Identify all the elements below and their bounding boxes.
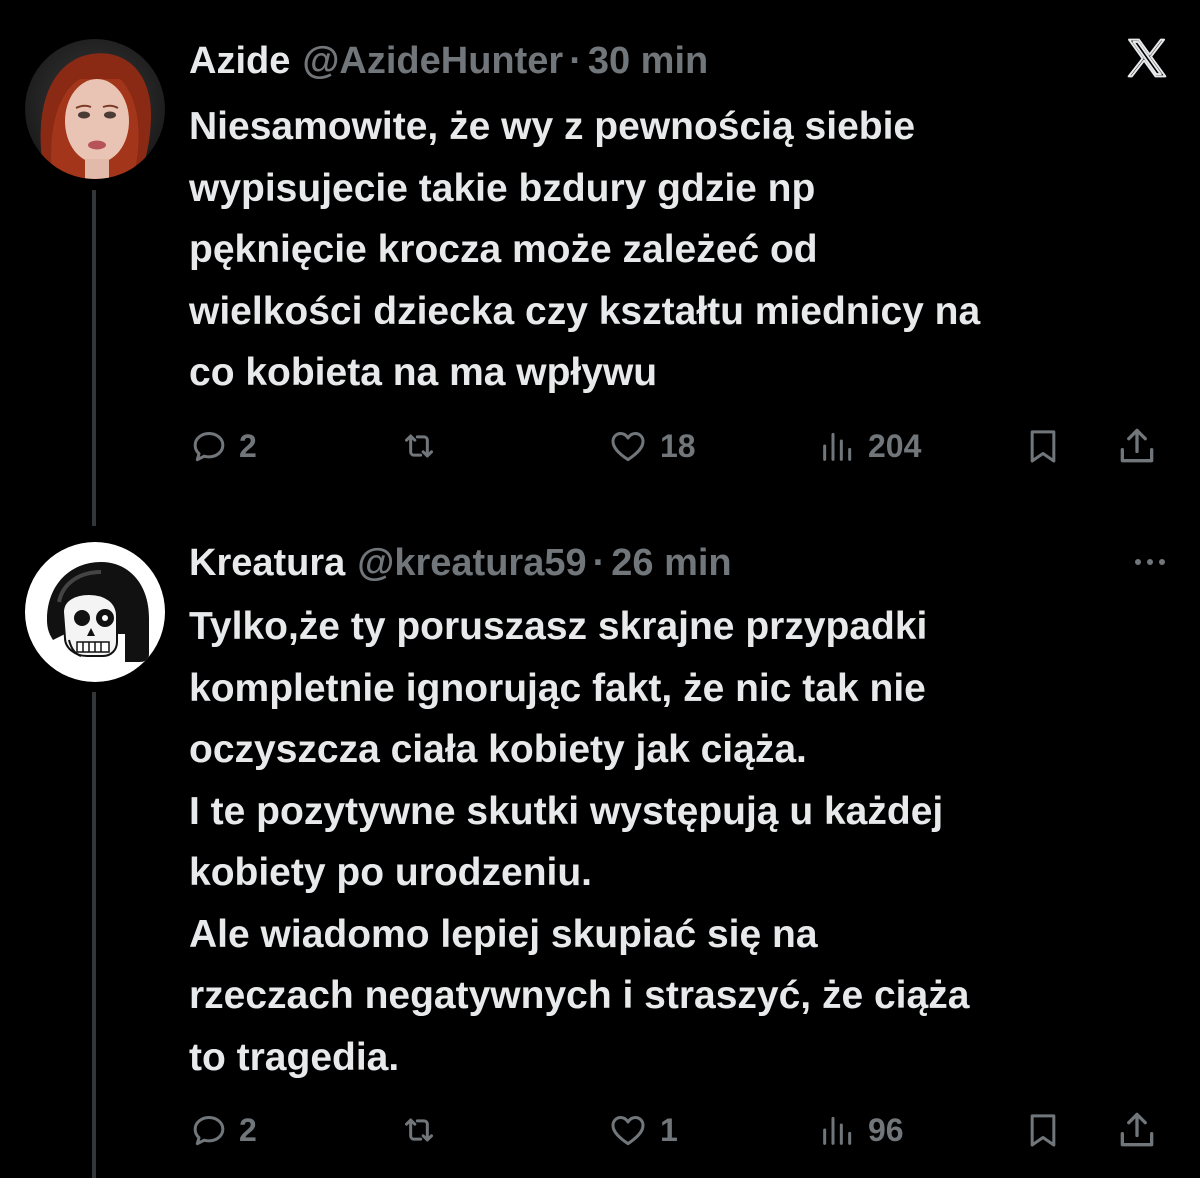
tweet-text-line: co kobieta na ma wpływu <box>189 351 658 394</box>
like-count: 18 <box>660 427 696 464</box>
like-count: 1 <box>660 1111 678 1148</box>
tweet-text: Niesamowite, że wy z pewnością siebie wy… <box>189 96 1179 404</box>
views-count: 96 <box>868 1111 904 1148</box>
separator-dot: · <box>592 542 606 584</box>
user-handle[interactable]: @kreatura59 <box>357 542 586 584</box>
share-button[interactable] <box>1115 424 1159 468</box>
share-button[interactable] <box>1115 1108 1159 1152</box>
repost-icon <box>405 434 433 458</box>
thread-line <box>92 692 96 1178</box>
tweet-header: Azide @AzideHunter · 30 min <box>189 38 708 84</box>
tweet-text-line: kobiety po urodzeniu. <box>189 851 593 894</box>
tweet[interactable]: Azide @AzideHunter · 30 min Niesamowite, że… <box>0 0 1200 530</box>
tweet-text: Tylko,że ty poruszasz skrajne przypadki … <box>189 596 1179 1088</box>
action-bar: 2 1 96 <box>0 1108 1200 1152</box>
tweet-text-line: Niesamowite, że wy z pewnością siebie <box>189 105 916 148</box>
tweet-text-line: I te pozytywne skutki występują u każdej <box>189 789 944 833</box>
timestamp[interactable]: 26 min <box>611 542 731 584</box>
tweet-header: Kreatura @kreatura59 · 26 min <box>189 540 732 586</box>
repost-button[interactable] <box>396 1108 442 1152</box>
tweet-text-line: oczyszcza ciała kobiety jak ciąża. <box>189 728 807 771</box>
tweet-text-line: kompletnie ignorując fakt, że nic tak ni… <box>189 666 926 710</box>
views-button[interactable]: 204 <box>818 424 921 468</box>
tweet-text-line: wielkości dziecka czy kształtu miednicy … <box>189 289 981 333</box>
display-name[interactable]: Azide <box>189 40 290 82</box>
more-dots-icon[interactable] <box>1128 550 1172 574</box>
tweet[interactable]: Kreatura @kreatura59 · 26 min Tylko,że ty p… <box>0 530 1200 1178</box>
views-chart-icon <box>823 1116 852 1145</box>
bookmark-icon <box>1030 430 1056 463</box>
timestamp[interactable]: 30 min <box>588 40 708 82</box>
like-button[interactable]: 18 <box>606 424 696 468</box>
heart-icon <box>611 432 645 462</box>
reply-icon <box>193 1116 225 1146</box>
thread-line <box>92 190 96 526</box>
reply-count: 2 <box>239 1111 257 1148</box>
reply-count: 2 <box>239 427 257 464</box>
x-logo-icon <box>1127 38 1167 78</box>
bookmark-button[interactable] <box>1023 1108 1063 1152</box>
like-button[interactable]: 1 <box>606 1108 678 1152</box>
separator-dot: · <box>569 40 582 82</box>
views-chart-icon <box>823 432 852 461</box>
views-count: 204 <box>868 427 922 464</box>
tweet-text-line: Ale wiadomo lepiej skupiać się na <box>189 912 818 956</box>
views-button[interactable]: 96 <box>818 1108 904 1152</box>
bookmark-icon <box>1030 1114 1056 1147</box>
heart-icon <box>611 1116 645 1146</box>
action-bar: 2 18 204 <box>0 424 1200 468</box>
share-icon <box>1120 428 1154 463</box>
user-handle[interactable]: @AzideHunter <box>302 40 563 82</box>
reply-icon <box>193 432 225 462</box>
reply-button[interactable]: 2 <box>189 1108 257 1152</box>
tweet-text-line: to tragedia. <box>189 1035 400 1079</box>
share-icon <box>1120 1112 1154 1147</box>
avatar[interactable] <box>25 39 165 179</box>
bookmark-button[interactable] <box>1023 424 1063 468</box>
tweet-text-line: Tylko,że ty poruszasz skrajne przypadki <box>189 605 928 648</box>
tweet-text-line: rzeczach negatywnych i straszyć, że ciąż… <box>189 974 970 1017</box>
tweet-text-line: wypisujecie takie bzdury gdzie np <box>189 166 816 210</box>
repost-button[interactable] <box>396 424 442 468</box>
avatar[interactable] <box>25 542 165 682</box>
tweet-text-line: pęknięcie krocza może zależeć od <box>189 228 818 271</box>
display-name[interactable]: Kreatura <box>189 542 345 584</box>
reply-button[interactable]: 2 <box>189 424 257 468</box>
repost-icon <box>405 1118 433 1142</box>
